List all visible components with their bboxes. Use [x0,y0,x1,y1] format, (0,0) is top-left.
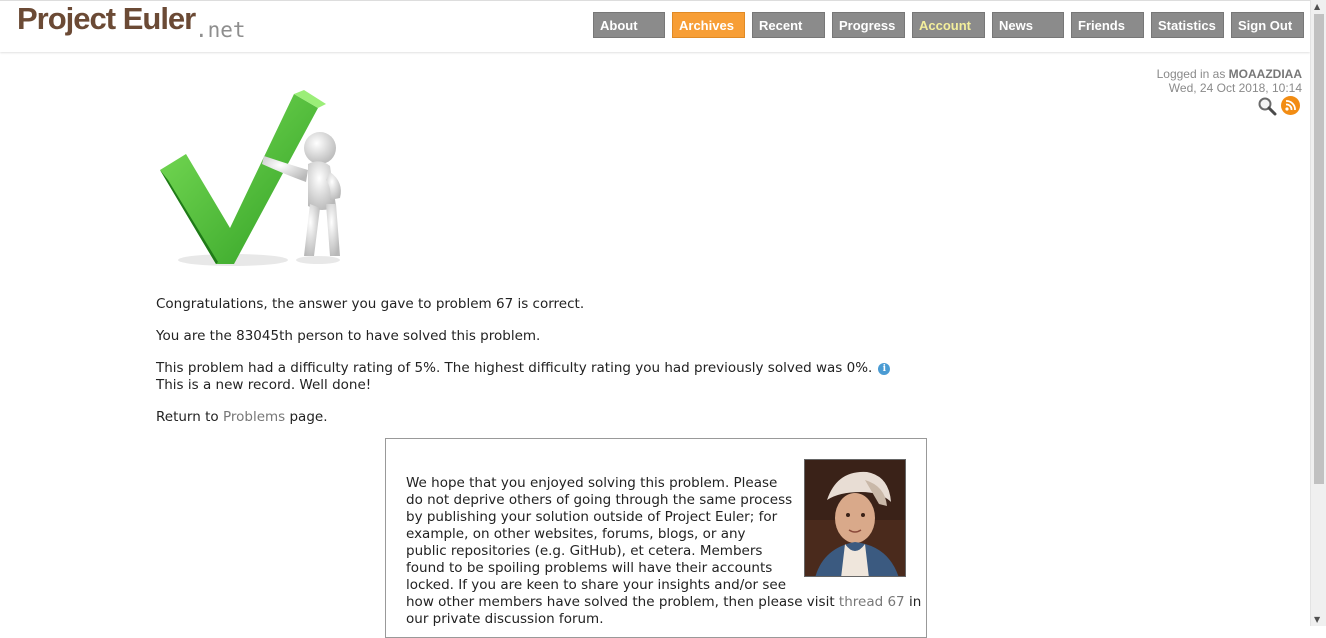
nav-progress[interactable]: Progress [832,12,905,38]
spoiler-notice-box: We hope that you enjoyed solving this pr… [385,438,927,638]
header: Project Euler .net About Archives Recent… [0,0,1310,52]
nav-statistics[interactable]: Statistics [1151,12,1224,38]
result-message: Congratulations, the answer you gave to … [156,296,956,441]
notice-line8-prefix: how other members have solved the proble… [406,594,835,610]
nav-about[interactable]: About [593,12,665,38]
notice-line: do not deprive others of going through t… [406,492,793,508]
scrollbar-thumb[interactable] [1314,14,1324,484]
nav-sign-out[interactable]: Sign Out [1231,12,1304,38]
notice-line: found to be spoiling problems will have … [406,560,773,576]
vertical-scrollbar[interactable]: ▲ ▼ [1310,0,1326,626]
login-username: MOAAZDIAA [1228,67,1302,81]
solver-count-text: You are the 83045th person to have solve… [156,328,541,344]
difficulty-text: This problem had a difficulty rating of … [156,360,873,376]
difficulty-paragraph: This problem had a difficulty rating of … [156,360,956,394]
correct-checkmark-figure [158,88,358,273]
login-prefix: Logged in as [1156,67,1226,81]
login-datetime: Wed, 24 Oct 2018, 10:14 [1168,81,1302,95]
scroll-down-arrow-icon[interactable]: ▼ [1314,615,1320,624]
nav-account[interactable]: Account [912,12,985,38]
spoiler-notice-text: We hope that you enjoyed solving this pr… [406,475,921,628]
scroll-up-arrow-icon[interactable]: ▲ [1314,2,1320,11]
nav-recent[interactable]: Recent [752,12,825,38]
thread-link[interactable]: thread 67 [839,594,905,610]
notice-line: example, on other websites, forums, blog… [406,526,746,542]
return-prefix: Return to [156,409,219,425]
problems-link[interactable]: Problems [223,409,285,425]
logo-suffix-text: .net [195,18,246,42]
notice-line: public repositories (e.g. GitHub), et ce… [406,543,763,559]
nav-friends[interactable]: Friends [1071,12,1144,38]
login-info: Logged in as MOAAZDIAA Wed, 24 Oct 2018,… [1157,67,1302,95]
notice-line: locked. If you are keen to share your in… [406,577,786,593]
logo-main-text: Project Euler [17,1,196,36]
nav-archives[interactable]: Archives [672,12,745,38]
notice-line: by publishing your solution outside of P… [406,509,778,525]
header-icons [1257,96,1300,116]
nav-news[interactable]: News [992,12,1064,38]
notice-line: We hope that you enjoyed solving this pr… [406,475,778,491]
congrats-text: Congratulations, the answer you gave to … [156,296,585,312]
notice-line: how other members have solved the proble… [406,594,921,611]
main-nav: About Archives Recent Progress Account N… [586,12,1304,38]
rss-feed-icon[interactable] [1281,96,1300,115]
record-text: This is a new record. Well done! [156,377,372,393]
return-paragraph: Return to Problems page. [156,409,956,426]
notice-line8-suffix: in [908,594,922,610]
search-icon[interactable] [1257,96,1277,116]
info-icon[interactable]: i [878,363,891,375]
notice-line: our private discussion forum. [406,611,604,627]
return-suffix: page. [289,409,328,425]
